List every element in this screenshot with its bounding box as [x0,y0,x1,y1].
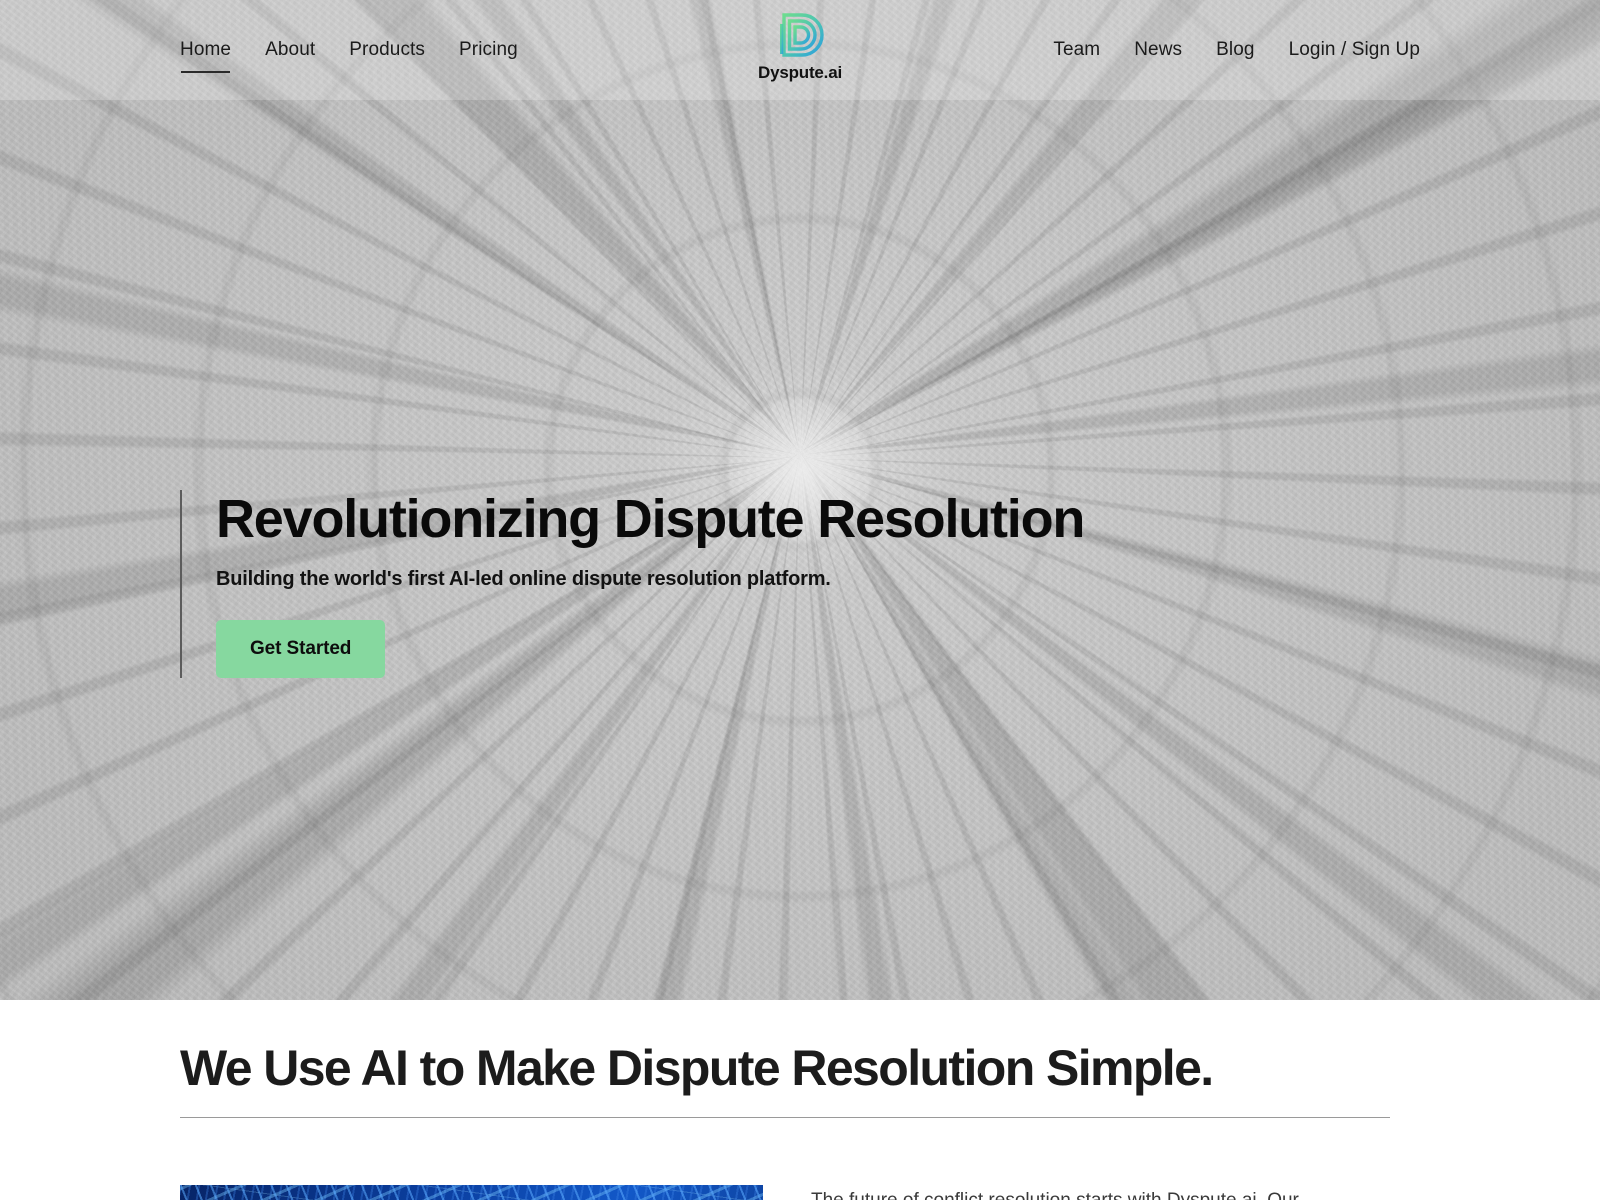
hero-section: Revolutionizing Dispute Resolution Build… [0,0,1600,1000]
nav-item-pricing[interactable]: Pricing [459,36,518,64]
page-root: Revolutionizing Dispute Resolution Build… [0,0,1600,1200]
nav-item-team[interactable]: Team [1053,36,1100,64]
primary-nav-right: Team News Blog Login / Sign Up [1053,36,1420,64]
get-started-button[interactable]: Get Started [216,620,386,678]
nav-item-login-signup[interactable]: Login / Sign Up [1289,36,1420,64]
dyspute-d-logo-icon [779,13,824,57]
section-divider [180,1117,1390,1118]
section-columns: The future of conflict resolution starts… [180,1185,1390,1200]
hero-title: Revolutionizing Dispute Resolution [216,489,1085,549]
section-text-column: The future of conflict resolution starts… [811,1185,1390,1200]
section-body-text: The future of conflict resolution starts… [811,1185,1390,1200]
nav-item-about[interactable]: About [265,36,315,64]
nav-item-blog[interactable]: Blog [1216,36,1254,64]
section-heading: We Use AI to Make Dispute Resolution Sim… [180,1040,1214,1096]
logo-wordmark: Dyspute.ai [758,63,842,82]
hero-content: Revolutionizing Dispute Resolution Build… [180,489,1085,678]
circuit-nodes [180,1185,763,1200]
nav-item-news[interactable]: News [1134,36,1182,64]
site-logo[interactable]: Dyspute.ai [758,12,842,83]
primary-nav-left: Home About Products Pricing [180,36,518,73]
nav-item-products[interactable]: Products [349,36,425,64]
about-ai-section: We Use AI to Make Dispute Resolution Sim… [0,1000,1600,1200]
nav-item-home[interactable]: Home [180,36,231,73]
site-header: Home About Products Pricing Dyspute.ai T… [0,0,1600,100]
hero-subtitle: Building the world's first AI-led online… [216,568,831,590]
circuit-board-image [180,1185,763,1200]
